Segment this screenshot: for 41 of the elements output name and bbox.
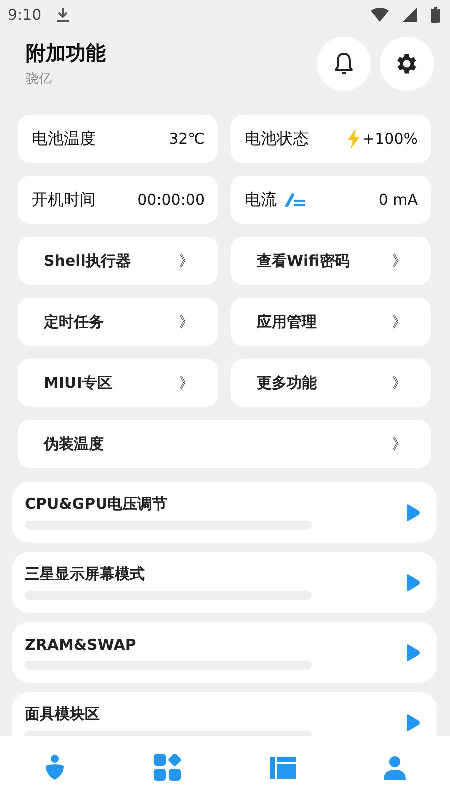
play-icon (405, 644, 421, 662)
current-icon (285, 193, 307, 207)
info-value: 00:00:00 (138, 191, 205, 209)
shortcut-button[interactable]: 伪装温度 》 (18, 420, 431, 468)
page-subtitle: 骁亿 (26, 71, 53, 88)
shortcut-button[interactable]: 应用管理 》 (231, 298, 431, 346)
shortcut-button[interactable]: MIUI专区 》 (18, 359, 218, 407)
download-icon (56, 7, 70, 23)
signal-icon (403, 8, 417, 22)
shortcut-button[interactable]: 更多功能 》 (231, 359, 431, 407)
module-card[interactable]: CPU&GPU电压调节 (12, 482, 437, 543)
shortcut-button[interactable]: 查看Wifi密码 》 (231, 237, 431, 285)
play-icon (405, 504, 421, 522)
module-title: 三星显示屏幕模式 (25, 565, 146, 584)
status-time: 9:10 (8, 6, 42, 24)
module-title: ZRAM&SWAP (25, 636, 138, 654)
person-icon (384, 756, 406, 780)
battery-icon (431, 7, 440, 23)
figure-icon (44, 755, 66, 781)
module-title: CPU&GPU电压调节 (25, 495, 169, 514)
lightning-icon (346, 129, 361, 149)
layout-icon (270, 757, 296, 779)
info-label: 电池状态 (245, 128, 309, 150)
info-value: 0 mA (378, 191, 418, 209)
bell-icon (333, 52, 355, 76)
module-card[interactable]: 面具模块区 (12, 692, 437, 736)
apps-icon (154, 754, 182, 782)
page-title: 附加功能 (26, 40, 107, 67)
play-icon (405, 574, 421, 592)
info-label: 电池温度 (32, 128, 96, 150)
module-card[interactable]: 三星显示屏幕模式 (12, 552, 437, 613)
info-label: 开机时间 (32, 190, 96, 210)
info-value: +100% (362, 130, 418, 148)
wifi-icon (371, 8, 389, 22)
shortcut-button[interactable]: 定时任务 》 (18, 298, 218, 346)
module-card[interactable]: ZRAM&SWAP (12, 622, 437, 683)
play-icon (405, 714, 421, 732)
shortcut-button[interactable]: Shell执行器 》 (18, 237, 218, 285)
info-label: 电流 (245, 190, 277, 210)
module-title: 面具模块区 (25, 705, 101, 724)
info-value: 32℃ (169, 130, 205, 148)
